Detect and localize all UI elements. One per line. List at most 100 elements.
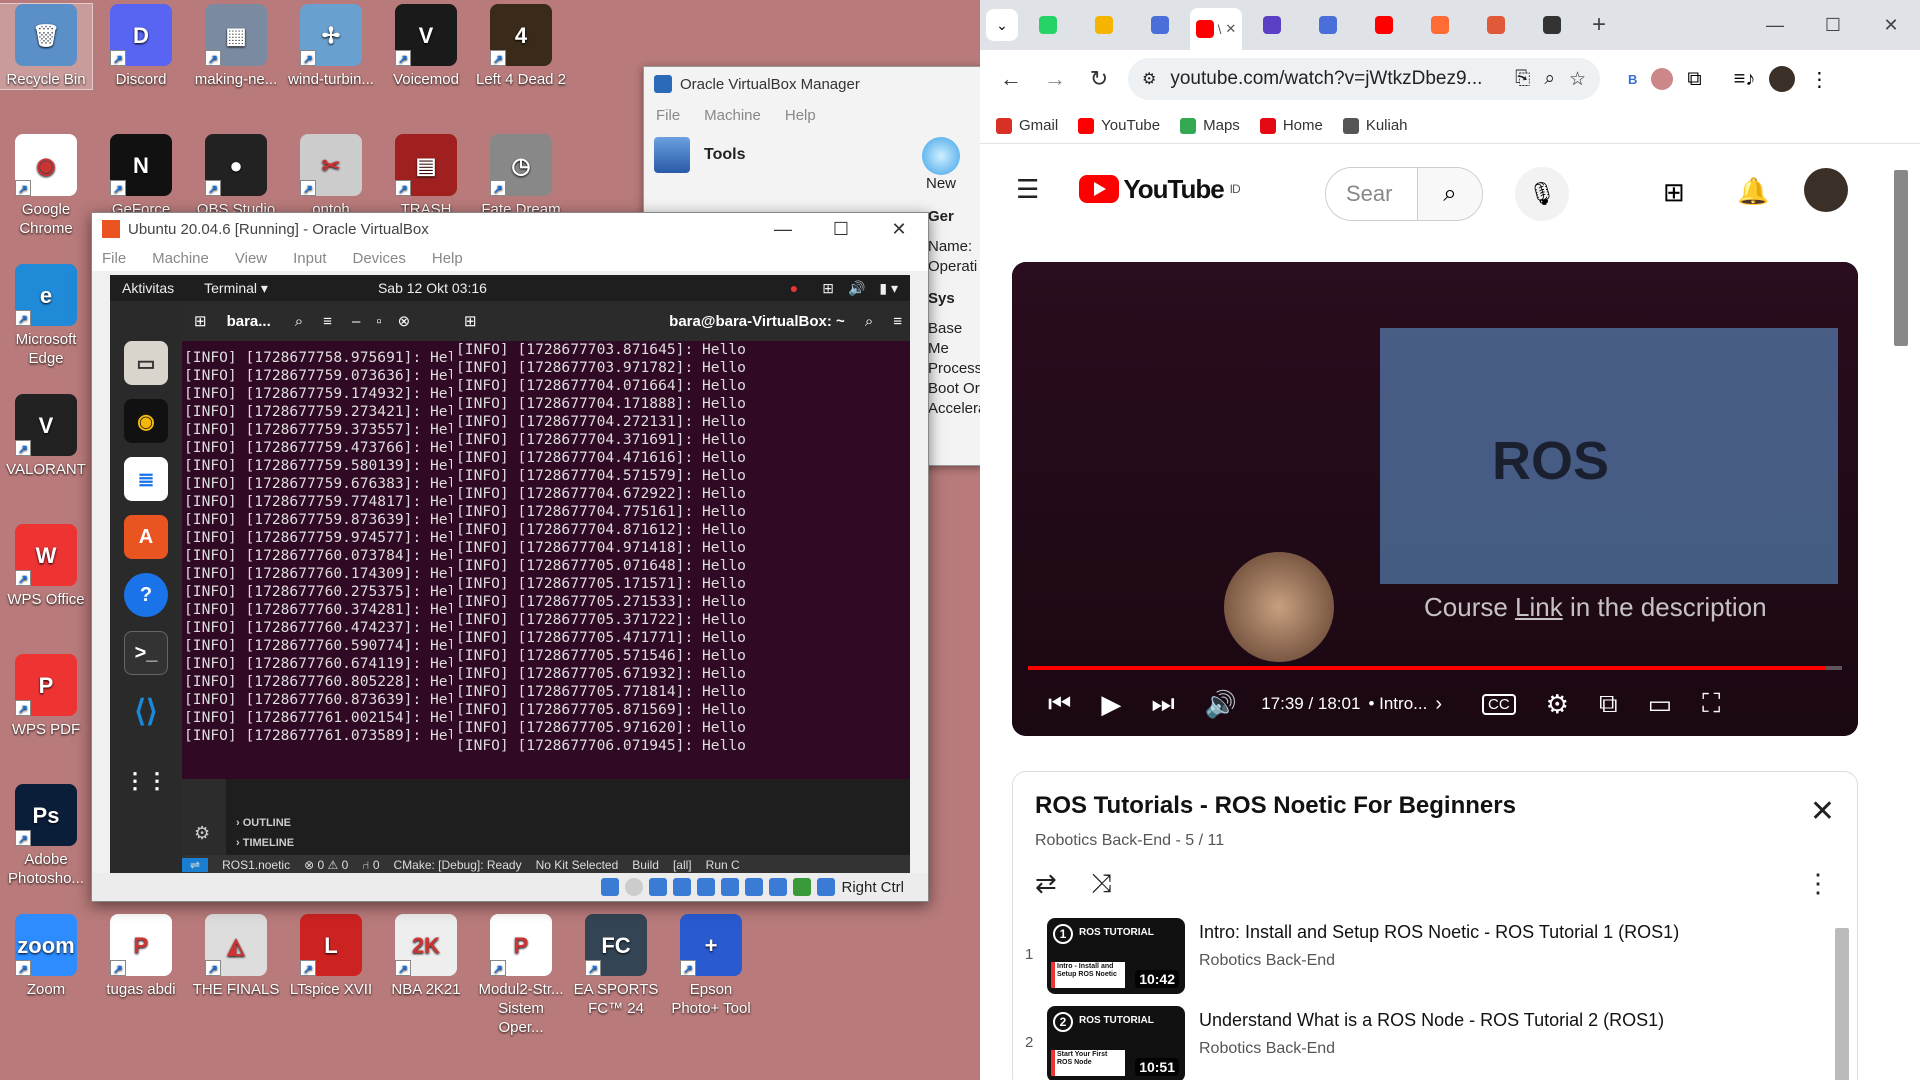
video-player[interactable]: ROS Course Link in the description ⏮ ▶ ⏭… bbox=[1012, 262, 1858, 736]
status-run[interactable]: Run C bbox=[706, 858, 740, 872]
settings-icon[interactable]: ⚙ bbox=[1546, 689, 1569, 720]
vm-menu-file[interactable]: File bbox=[102, 250, 126, 267]
battery-icon[interactable]: ▮ ▾ bbox=[879, 280, 898, 297]
close-icon[interactable]: ⊗ bbox=[398, 312, 411, 330]
extension-b-icon[interactable]: B bbox=[1628, 72, 1637, 87]
help-icon[interactable]: ? bbox=[124, 573, 168, 617]
playlist-item[interactable]: 2 2 ROS TUTORIAL Start Your First ROS Node 1… bbox=[1013, 1006, 1833, 1080]
vm-menu-devices[interactable]: Devices bbox=[353, 250, 406, 267]
playlist-title[interactable]: ROS Tutorials - ROS Noetic For Beginners bbox=[1035, 792, 1516, 820]
progress-bar[interactable] bbox=[1028, 666, 1842, 670]
audio-icon[interactable] bbox=[649, 878, 668, 896]
chapter-chevron-icon[interactable]: › bbox=[1435, 693, 1442, 716]
desktop-icon[interactable]: L ↗ LTspice XVII bbox=[285, 914, 377, 999]
ubuntu-vm-window[interactable]: Ubuntu 20.04.6 [Running] - Oracle Virtua… bbox=[91, 212, 929, 902]
guest-screen[interactable]: Aktivitas Terminal ▾ Sab 12 Okt 03:16 ● … bbox=[110, 275, 910, 875]
software-icon[interactable]: A bbox=[124, 515, 168, 559]
theater-mode-icon[interactable]: ▭ bbox=[1648, 689, 1673, 720]
volume-icon[interactable]: 🔊 bbox=[848, 280, 865, 297]
new-tab-icon[interactable]: + bbox=[1592, 11, 1606, 39]
desktop-icon[interactable]: ◉ ↗ Google Chrome bbox=[0, 134, 92, 238]
desktop-icon[interactable]: D ↗ Discord bbox=[95, 4, 187, 89]
outline-section[interactable]: › OUTLINE bbox=[236, 817, 291, 829]
desktop-icon[interactable]: P ↗ Modul2-Str... Sistem Oper... bbox=[475, 914, 567, 1037]
close-button[interactable]: ✕ bbox=[870, 219, 928, 240]
browser-tab[interactable] bbox=[1134, 8, 1186, 42]
media-controls-icon[interactable]: ≡♪ bbox=[1734, 68, 1756, 91]
playlist-video-title[interactable]: Intro: Install and Setup ROS Noetic - RO… bbox=[1199, 922, 1679, 943]
menu-icon[interactable]: ≡ bbox=[323, 313, 332, 330]
network-icon[interactable]: ⊞ bbox=[822, 280, 834, 297]
status-target[interactable]: [all] bbox=[673, 858, 692, 872]
vm-menu-view[interactable]: View bbox=[235, 250, 267, 267]
shared-folder-icon[interactable] bbox=[721, 878, 740, 896]
desktop-icon[interactable]: ◭ ↗ THE FINALS bbox=[190, 914, 282, 999]
desktop-icon[interactable]: ▦ ↗ making-ne... bbox=[190, 4, 282, 89]
desktop-icon[interactable]: + ↗ Epson Photo+ Tool bbox=[665, 914, 757, 1018]
status-cmake[interactable]: CMake: [Debug]: Ready bbox=[394, 858, 522, 872]
desktop-icon[interactable]: V ↗ VALORANT bbox=[0, 394, 92, 479]
page-scrollbar[interactable] bbox=[1894, 170, 1908, 346]
browser-tab[interactable] bbox=[1022, 8, 1074, 42]
vbm-tools-item[interactable]: Tools bbox=[654, 133, 854, 177]
settings-gear-icon[interactable]: ⚙ bbox=[194, 823, 210, 844]
search-icon[interactable]: ⌕ bbox=[295, 313, 303, 330]
new-tab-icon[interactable]: ⊞ bbox=[464, 312, 477, 330]
forward-icon[interactable]: → bbox=[1040, 66, 1070, 92]
desktop-icon[interactable]: 4 ↗ Left 4 Dead 2 bbox=[475, 4, 567, 89]
desktop-icon[interactable]: 🗑 Recycle Bin bbox=[0, 3, 93, 90]
display-icon[interactable] bbox=[745, 878, 764, 896]
previous-icon[interactable]: ⏮ bbox=[1048, 688, 1071, 720]
browser-tab[interactable] bbox=[1526, 8, 1578, 42]
notifications-bell-icon[interactable]: 🔔 bbox=[1737, 176, 1769, 207]
fullscreen-icon[interactable]: ⛶ bbox=[1702, 688, 1720, 720]
profile-avatar[interactable] bbox=[1769, 66, 1796, 92]
terminal-app-menu[interactable]: Terminal ▾ bbox=[204, 280, 268, 297]
voice-search-icon[interactable]: 🎙 bbox=[1515, 167, 1569, 221]
shuffle-icon[interactable]: ⤨ bbox=[1091, 868, 1112, 900]
maximize-button[interactable]: ☐ bbox=[812, 219, 870, 240]
guide-menu-icon[interactable]: ☰ bbox=[1016, 174, 1039, 205]
bookmark-star-icon[interactable]: ☆ bbox=[1569, 68, 1586, 91]
writer-icon[interactable]: ≣ bbox=[124, 457, 168, 501]
browser-tab[interactable] bbox=[1414, 8, 1466, 42]
vbm-menu-machine[interactable]: Machine bbox=[704, 107, 761, 124]
tab-search-button[interactable]: ⌄ bbox=[986, 9, 1018, 41]
youtube-search[interactable]: Sear ⌕ bbox=[1325, 167, 1483, 221]
rhythmbox-icon[interactable]: ◉ bbox=[124, 399, 168, 443]
playlist-video-title[interactable]: Understand What is a ROS Node - ROS Tuto… bbox=[1199, 1010, 1664, 1031]
omnibox-url[interactable]: youtube.com/watch?v=jWtkzDbez9... bbox=[1170, 68, 1501, 90]
files-icon[interactable]: ▭ bbox=[124, 341, 168, 385]
search-button-icon[interactable]: ⌕ bbox=[1418, 168, 1482, 220]
vbm-menu-file[interactable]: File bbox=[656, 107, 680, 124]
browser-tab[interactable] bbox=[1078, 8, 1130, 42]
extensions-puzzle-icon[interactable]: ⧉ bbox=[1687, 68, 1701, 91]
desktop-icon[interactable]: ● ↗ OBS Studio bbox=[190, 134, 282, 219]
more-options-icon[interactable]: ⋮ bbox=[1805, 868, 1831, 899]
playlist-channel[interactable]: Robotics Back-End bbox=[1199, 1040, 1335, 1058]
desktop-icon[interactable]: P ↗ tugas abdi bbox=[95, 914, 187, 999]
playlist-channel[interactable]: Robotics Back-End bbox=[1199, 952, 1335, 970]
status-build[interactable]: Build bbox=[632, 858, 659, 872]
bookmark-maps[interactable]: Maps bbox=[1180, 117, 1240, 134]
chapter-title[interactable]: • Intro... bbox=[1368, 694, 1427, 714]
desktop-icon[interactable]: FC ↗ EA SPORTS FC™ 24 bbox=[570, 914, 662, 1018]
minimize-button[interactable]: — bbox=[754, 219, 812, 240]
extension-face-icon[interactable] bbox=[1651, 68, 1674, 90]
chrome-menu-icon[interactable]: ⋮ bbox=[1809, 67, 1829, 92]
captions-icon[interactable]: CC bbox=[1482, 693, 1516, 715]
browser-tab[interactable] bbox=[1246, 8, 1298, 42]
playlist-item[interactable]: 1 1 ROS TUTORIAL Intro - Install and Setup … bbox=[1013, 918, 1833, 998]
youtube-avatar[interactable] bbox=[1804, 168, 1848, 212]
browser-tab[interactable] bbox=[1470, 8, 1522, 42]
top-bar-clock[interactable]: Sab 12 Okt 03:16 bbox=[378, 280, 487, 296]
desktop-icon[interactable]: 2K ↗ NBA 2K21 bbox=[380, 914, 472, 999]
minimize-button[interactable]: — bbox=[1746, 15, 1804, 36]
desktop-icon[interactable]: V ↗ Voicemod bbox=[380, 4, 472, 89]
right-terminal-output[interactable]: [INFO] [1728677703.871645]: Hello [INFO] … bbox=[452, 341, 910, 779]
search-icon[interactable]: ⌕ bbox=[865, 313, 873, 330]
vm-menu-machine[interactable]: Machine bbox=[152, 250, 209, 267]
desktop-icon[interactable]: Ps ↗ Adobe Photosho... bbox=[0, 784, 92, 888]
activities-button[interactable]: Aktivitas bbox=[122, 280, 174, 296]
close-playlist-icon[interactable]: ✕ bbox=[1810, 794, 1835, 829]
